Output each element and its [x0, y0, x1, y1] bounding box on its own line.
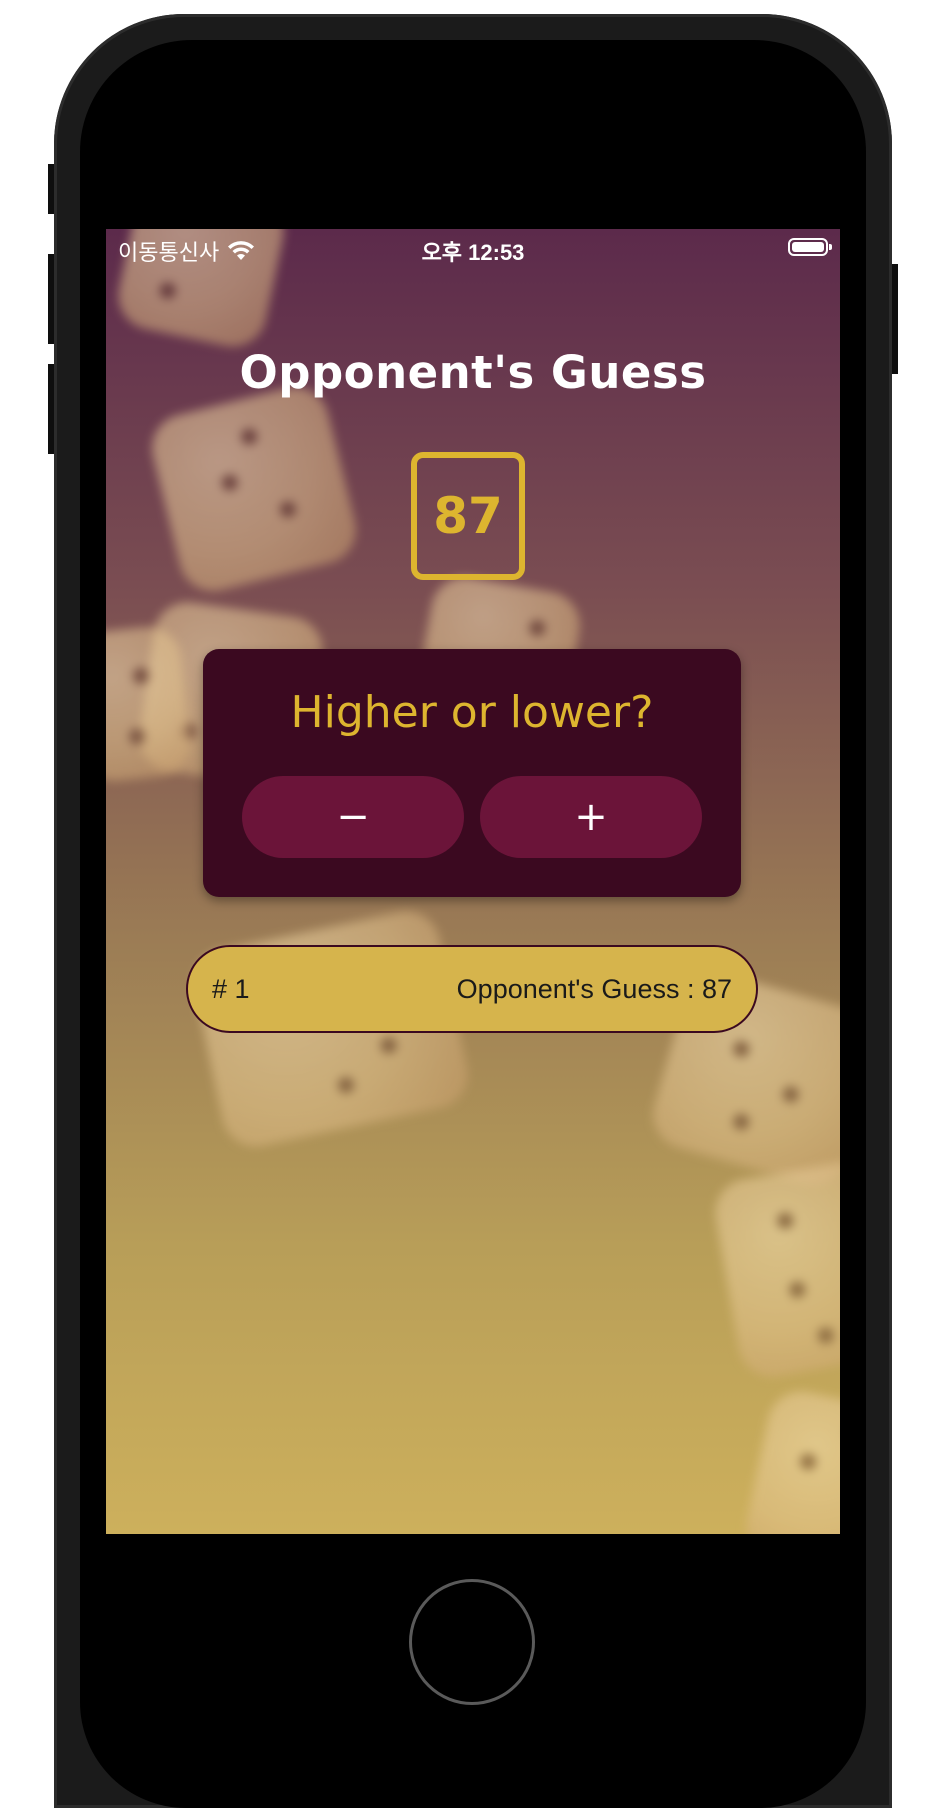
app-screen: 이동통신사 오후 12:53 Opponent's Guess 87 Highe…	[106, 229, 840, 1534]
power-button	[892, 264, 898, 374]
dice-background-image	[144, 379, 364, 599]
page-title: Opponent's Guess	[239, 346, 707, 399]
guess-log-round: # 1	[212, 973, 250, 1004]
battery-icon	[788, 238, 832, 256]
plus-icon: +	[574, 794, 608, 840]
lower-button[interactable]: −	[242, 776, 464, 858]
status-time: 오후 12:53	[421, 240, 525, 265]
mute-switch	[48, 164, 54, 214]
higher-lower-prompt: Higher or lower?	[290, 687, 654, 738]
status-bar: 이동통신사 오후 12:53	[106, 229, 840, 269]
current-guess-display: 87	[411, 452, 525, 580]
volume-down-button	[48, 364, 54, 454]
guess-log-item: # 1 Opponent's Guess : 87	[186, 945, 758, 1033]
dice-background-image	[709, 1155, 840, 1383]
dice-background-image	[739, 1385, 840, 1534]
volume-up-button	[48, 254, 54, 344]
home-button[interactable]	[409, 1579, 535, 1705]
guess-log-text: Opponent's Guess : 87	[456, 973, 732, 1004]
hint-card: Higher or lower? − +	[203, 649, 741, 897]
higher-button[interactable]: +	[480, 776, 702, 858]
current-guess-value: 87	[433, 487, 503, 545]
minus-icon: −	[336, 794, 370, 840]
